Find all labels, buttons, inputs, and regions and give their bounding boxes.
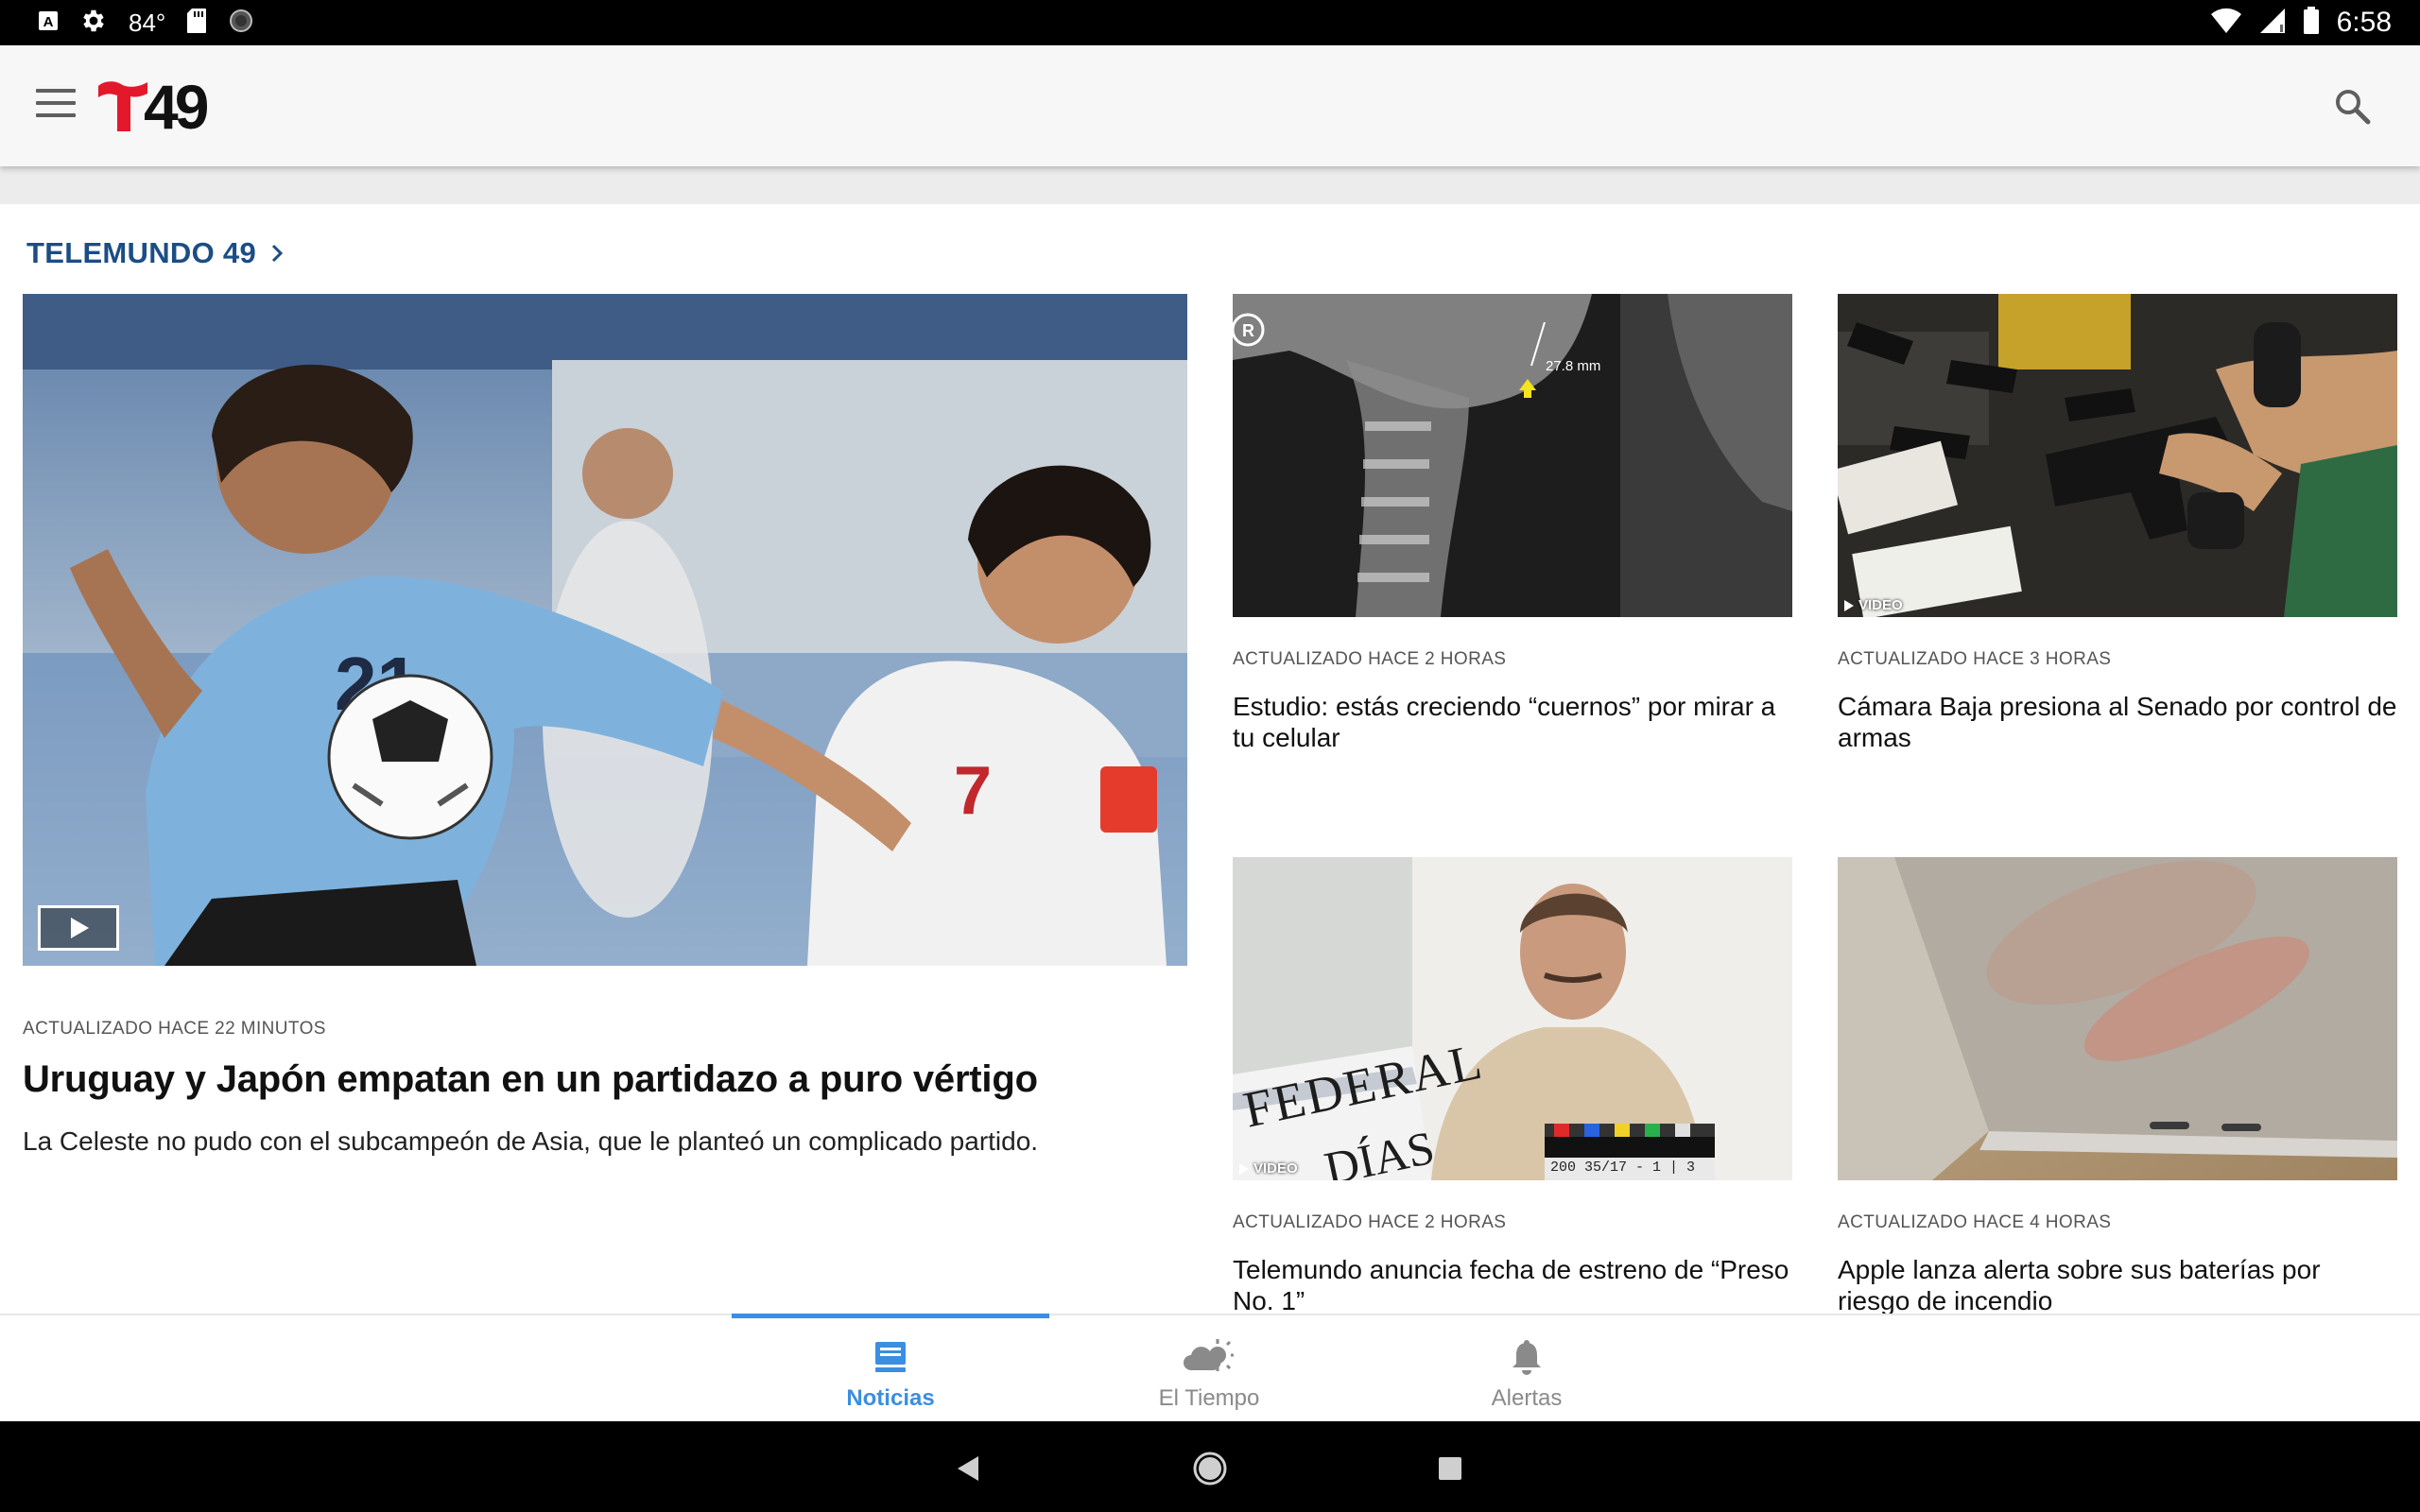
story-card-image-xray[interactable]: R 27.8 mm xyxy=(1233,294,1792,617)
video-badge-label: VIDEO xyxy=(1253,1160,1298,1177)
status-bar: A 84° 6:58 xyxy=(0,0,2420,45)
app-a-icon: A xyxy=(38,10,59,36)
main-story-image[interactable]: 21 7 xyxy=(23,294,1187,966)
main-story-timestamp: ACTUALIZADO HACE 22 MINUTOS xyxy=(23,1019,326,1039)
video-badge: VIDEO xyxy=(1238,1160,1298,1177)
svg-text:A: A xyxy=(43,14,54,30)
tab-alertas[interactable]: Alertas xyxy=(1368,1315,1685,1421)
secondary-bar xyxy=(0,166,2420,204)
story-card-timestamp: ACTUALIZADO HACE 4 HORAS xyxy=(1838,1212,2112,1232)
tab-label: El Tiempo xyxy=(1158,1385,1260,1411)
section-title: TELEMUNDO 49 xyxy=(26,236,257,269)
play-small-icon xyxy=(1844,599,1854,611)
weather-icon xyxy=(1184,1336,1235,1378)
wifi-icon xyxy=(2210,8,2242,39)
story-card-timestamp: ACTUALIZADO HACE 3 HORAS xyxy=(1838,649,2112,669)
main-story-description: La Celeste no pudo con el subcampeón de … xyxy=(23,1126,1039,1156)
bottom-navigation: Noticias El Tiempo Alertas xyxy=(0,1314,2420,1421)
chevron-right-icon xyxy=(271,244,284,263)
app-bar: 49 xyxy=(0,45,2420,166)
telemundo-t-logo xyxy=(98,81,147,131)
logo-number: 49 xyxy=(144,72,209,142)
clock-time: 6:58 xyxy=(2336,7,2392,38)
bell-icon xyxy=(1512,1336,1542,1378)
tab-label: Noticias xyxy=(846,1385,935,1411)
search-icon[interactable] xyxy=(2333,87,2373,127)
circle-icon xyxy=(228,8,254,39)
story-card-image-guns[interactable]: VIDEO xyxy=(1838,294,2397,617)
menu-icon[interactable] xyxy=(36,89,76,123)
system-navigation-bar xyxy=(0,1421,2420,1512)
back-icon[interactable] xyxy=(949,1450,987,1487)
story-card-image-laptop[interactable] xyxy=(1838,857,2397,1180)
recents-icon[interactable] xyxy=(1431,1450,1469,1487)
section-header-telemundo-49[interactable]: TELEMUNDO 49 xyxy=(26,234,285,272)
video-badge-label: VIDEO xyxy=(1858,597,1903,613)
tab-noticias[interactable]: Noticias xyxy=(732,1314,1049,1421)
status-bar-left: A 84° xyxy=(38,6,254,40)
story-card-timestamp: ACTUALIZADO HACE 2 HORAS xyxy=(1233,649,1507,669)
play-small-icon xyxy=(1239,1162,1249,1175)
tab-el-tiempo[interactable]: El Tiempo xyxy=(1050,1315,1368,1421)
story-card[interactable]: FEDERAL DÍAS 200 35/17 - 1 | 3 VIDEO ACT… xyxy=(1233,857,1792,1316)
svg-text:7: 7 xyxy=(954,753,992,829)
signal-icon xyxy=(2259,8,2286,39)
tab-label: Alertas xyxy=(1491,1385,1563,1411)
play-video-icon[interactable] xyxy=(38,905,119,951)
status-bar-right: 6:58 xyxy=(2210,6,2392,40)
svg-text:R: R xyxy=(1242,321,1254,340)
telemundo-49-logo[interactable]: 49 xyxy=(96,72,209,142)
story-card[interactable]: ACTUALIZADO HACE 4 HORAS Apple lanza ale… xyxy=(1838,857,2397,1316)
story-card[interactable]: VIDEO ACTUALIZADO HACE 3 HORAS Cámara Ba… xyxy=(1838,294,2397,753)
story-card-timestamp: ACTUALIZADO HACE 2 HORAS xyxy=(1233,1212,1507,1232)
xray-measurement-label: 27.8 mm xyxy=(1546,358,1601,374)
story-card-headline[interactable]: Telemundo anuncia fecha de estreno de “P… xyxy=(1233,1254,1792,1316)
gear-icon xyxy=(79,7,108,40)
story-card[interactable]: R 27.8 mm ACTUALIZADO HACE 2 HORAS Estud… xyxy=(1233,294,1792,753)
story-card-headline[interactable]: Apple lanza alerta sobre sus baterías po… xyxy=(1838,1254,2397,1316)
home-icon[interactable] xyxy=(1191,1450,1229,1487)
sd-card-icon xyxy=(186,8,207,39)
story-card-headline[interactable]: Estudio: estás creciendo “cuernos” por m… xyxy=(1233,691,1792,753)
story-card-headline[interactable]: Cámara Baja presiona al Senado por contr… xyxy=(1838,691,2397,753)
video-badge: VIDEO xyxy=(1843,597,1903,613)
temperature-text: 84° xyxy=(129,8,166,37)
main-story-headline[interactable]: Uruguay y Japón empatan en un partidazo … xyxy=(23,1058,1038,1101)
active-tab-indicator xyxy=(732,1314,1049,1318)
news-icon xyxy=(873,1336,908,1378)
story-card-image-actor[interactable]: FEDERAL DÍAS 200 35/17 - 1 | 3 VIDEO xyxy=(1233,857,1792,1180)
clapperboard-text: 200 35/17 - 1 | 3 xyxy=(1550,1160,1696,1176)
battery-icon xyxy=(2303,6,2320,40)
